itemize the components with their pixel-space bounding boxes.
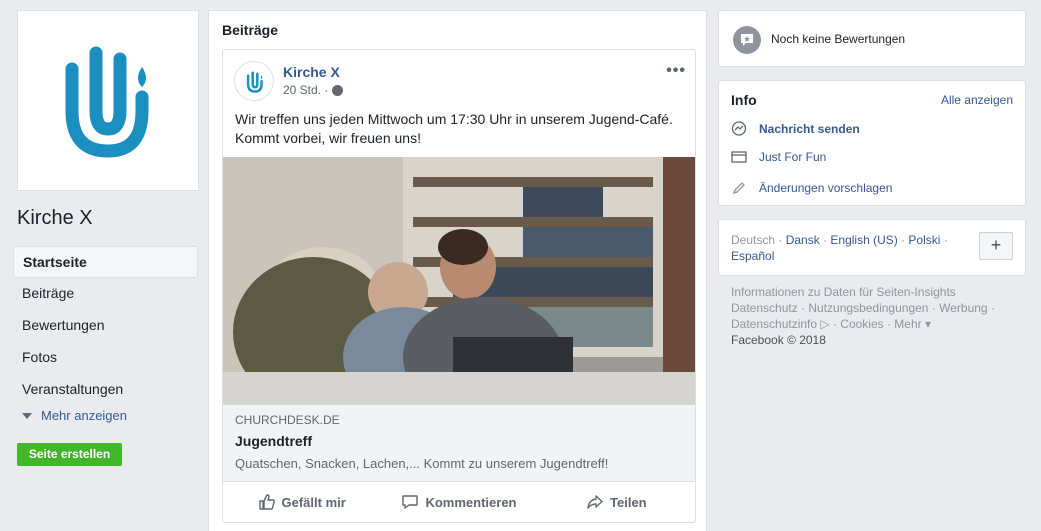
thumbs-up-icon	[258, 494, 275, 510]
see-all-link[interactable]: Alle anzeigen	[941, 93, 1013, 107]
show-more-link[interactable]: Mehr anzeigen	[22, 408, 127, 423]
send-message-link[interactable]: Nachricht senden	[731, 121, 860, 137]
language-list: Deutsch · Dansk · English (US) · Polski …	[731, 233, 948, 263]
link-title: Jugendtreff	[235, 433, 312, 449]
share-button[interactable]: Teilen	[538, 493, 695, 511]
link-domain: CHURCHDESK.DE	[235, 413, 340, 427]
post-image[interactable]	[223, 157, 695, 405]
messenger-icon	[731, 121, 747, 137]
reviews-card[interactable]: Noch keine Bewertungen	[718, 10, 1026, 67]
nav-item-beitraege[interactable]: Beiträge	[13, 278, 198, 310]
nav-item-startseite[interactable]: Startseite	[13, 246, 198, 278]
nav-item-bewertungen[interactable]: Bewertungen	[13, 310, 198, 342]
caret-down-icon	[22, 412, 32, 419]
create-page-button[interactable]: Seite erstellen	[17, 443, 122, 466]
post-photo	[223, 157, 695, 405]
link-preview[interactable]: CHURCHDESK.DE Jugendtreff Quatschen, Sna…	[223, 405, 695, 482]
page-name[interactable]: Kirche X	[17, 207, 93, 230]
post-avatar[interactable]	[234, 61, 274, 101]
nav-item-fotos[interactable]: Fotos	[13, 342, 198, 374]
page-footer: Informationen zu Daten für Seiten-Insigh…	[731, 284, 1021, 348]
info-title: Info	[731, 92, 757, 108]
post-meta: 20 Std. ·	[283, 83, 344, 97]
suggest-edits-label: Änderungen vorschlagen	[759, 181, 893, 195]
footer-insights-link[interactable]: Informationen zu Daten für Seiten-Insigh…	[731, 284, 1021, 300]
reviews-status: Noch keine Bewertungen	[771, 32, 906, 46]
footer-copyright: Facebook © 2018	[731, 333, 826, 347]
review-bubble-icon	[733, 26, 761, 54]
footer-links[interactable]: Datenschutz · Nutzungsbedingungen · Werb…	[731, 300, 1021, 316]
post-author[interactable]: Kirche X	[283, 64, 340, 80]
posts-panel: Beiträge Kirche X 20 Std. · ••• Wir tref…	[208, 10, 707, 531]
comment-label: Kommentieren	[425, 494, 517, 510]
globe-icon	[332, 84, 344, 96]
like-button[interactable]: Gefällt mir	[223, 493, 380, 511]
comment-icon	[402, 495, 419, 509]
church-logo-icon	[65, 46, 149, 158]
info-card: Info Alle anzeigen Nachricht senden Just…	[718, 80, 1026, 206]
show-more-label: Mehr anzeigen	[41, 408, 127, 423]
post-actions: Gefällt mir Kommentieren Teilen	[223, 482, 695, 522]
language-option-english[interactable]: English (US)	[830, 233, 897, 247]
posts-title: Beiträge	[222, 22, 279, 38]
comment-button[interactable]: Kommentieren	[380, 493, 537, 511]
language-option-dansk[interactable]: Dansk	[786, 233, 820, 247]
page-logo[interactable]	[17, 10, 199, 191]
link-description: Quatschen, Snacken, Lachen,... Kommt zu …	[235, 456, 609, 471]
post-time[interactable]: 20 Std. ·	[283, 83, 328, 97]
language-option-polski[interactable]: Polski	[908, 233, 940, 247]
category-link[interactable]: Just For Fun	[731, 149, 826, 165]
category-icon	[731, 149, 747, 165]
footer-links-2[interactable]: Datenschutzinfo ▷ · Cookies · Mehr ▾	[731, 316, 1021, 332]
language-current: Deutsch	[731, 233, 776, 247]
post-text: Wir treffen uns jeden Mittwoch um 17:30 …	[235, 111, 673, 146]
add-language-button[interactable]: +	[979, 232, 1013, 260]
category-label: Just For Fun	[759, 150, 827, 164]
share-label: Teilen	[610, 494, 647, 510]
language-option-espanol[interactable]: Español	[731, 249, 774, 263]
more-options-icon[interactable]: •••	[666, 62, 686, 80]
post-card: Kirche X 20 Std. · ••• Wir treffen uns j…	[222, 49, 696, 523]
send-message-label: Nachricht senden	[759, 122, 860, 136]
like-label: Gefällt mir	[281, 494, 346, 510]
pencil-icon	[731, 180, 747, 196]
nav-item-veranstaltungen[interactable]: Veranstaltungen	[13, 374, 198, 406]
share-arrow-icon	[587, 495, 603, 509]
suggest-edits-link[interactable]: Änderungen vorschlagen	[731, 180, 892, 196]
language-card: Deutsch · Dansk · English (US) · Polski …	[718, 219, 1026, 276]
church-logo-icon	[246, 71, 263, 93]
page-nav: Startseite Beiträge Bewertungen Fotos Ve…	[13, 246, 198, 406]
